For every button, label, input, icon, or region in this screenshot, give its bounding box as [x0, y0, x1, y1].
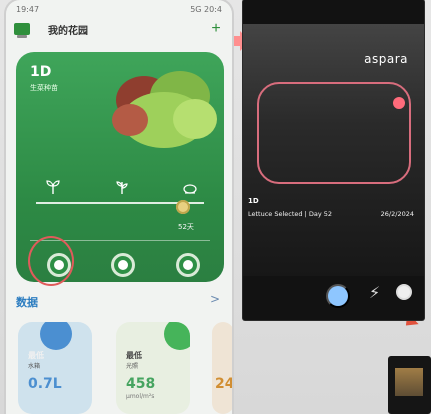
- lettuce-image: [112, 71, 217, 148]
- plant-icon: [113, 178, 131, 196]
- add-button[interactable]: +: [208, 21, 224, 37]
- app-header: 我的花园 +: [6, 18, 232, 40]
- metric-unit: μmol/m²s: [126, 393, 155, 400]
- metric-value: 458: [126, 376, 156, 392]
- water-tank-card[interactable]: 最低 水箱 0.7L: [18, 322, 92, 414]
- sprout-icon: [44, 178, 62, 196]
- harvest-icon: [181, 178, 199, 196]
- record-indicator: [393, 97, 405, 109]
- data-section-title: 数据: [16, 296, 38, 309]
- metric-value: 0.7L: [28, 376, 62, 392]
- metric-subtitle: 水箱: [28, 363, 41, 370]
- record-control-button[interactable]: [114, 256, 132, 274]
- camera-day-label: 1D: [248, 197, 259, 205]
- settings-control-button[interactable]: [179, 256, 197, 274]
- metric-title: 最低: [28, 351, 44, 360]
- growth-days: 1D: [30, 64, 52, 80]
- camera-mode-button[interactable]: [396, 284, 412, 300]
- camera-app-phone: aspara 1D Lettuce Selected | Day 52 26/2…: [243, 0, 424, 320]
- light-icon: [164, 322, 190, 350]
- status-time: 19:47: [16, 4, 40, 14]
- third-metric-card[interactable]: 24: [212, 322, 232, 414]
- metric-title: 最低: [126, 351, 142, 360]
- metric-value: 24: [215, 376, 232, 392]
- annotation-circle: [28, 236, 74, 286]
- data-section-arrow[interactable]: >: [210, 292, 220, 306]
- progress-days-label: 52天: [178, 223, 194, 231]
- metric-subtitle: 光照: [126, 363, 139, 370]
- garden-app-phone: 19:47 5G 20:4 我的花园 + 1D 生菜种苗 52天 数据 > 最低…: [6, 0, 232, 414]
- status-bar: 19:47 5G 20:4: [6, 0, 232, 18]
- plant-stage: 生菜种苗: [30, 84, 58, 92]
- page-title: 我的花园: [48, 25, 88, 37]
- growth-stage-icons: [44, 178, 199, 196]
- brand-logo: aspara: [364, 52, 408, 66]
- capture-frame: [257, 82, 411, 184]
- progress-marker: [176, 200, 190, 214]
- capture-date: 26/2/2024: [380, 210, 414, 218]
- light-card[interactable]: 最低 光照 458 μmol/m²s: [116, 322, 190, 414]
- shutter-button[interactable]: [326, 284, 350, 308]
- status-right: 5G 20:4: [190, 4, 222, 14]
- crop-selection-text: Lettuce Selected | Day 52: [248, 210, 333, 218]
- small-device-photo: [388, 356, 431, 414]
- screenshot-page: 19:47 5G 20:4 我的花园 + 1D 生菜种苗 52天 数据 > 最低…: [0, 0, 431, 414]
- water-icon: [40, 322, 72, 350]
- flash-off-icon[interactable]: ⚡: [369, 285, 383, 303]
- device-logo-icon: [14, 23, 30, 38]
